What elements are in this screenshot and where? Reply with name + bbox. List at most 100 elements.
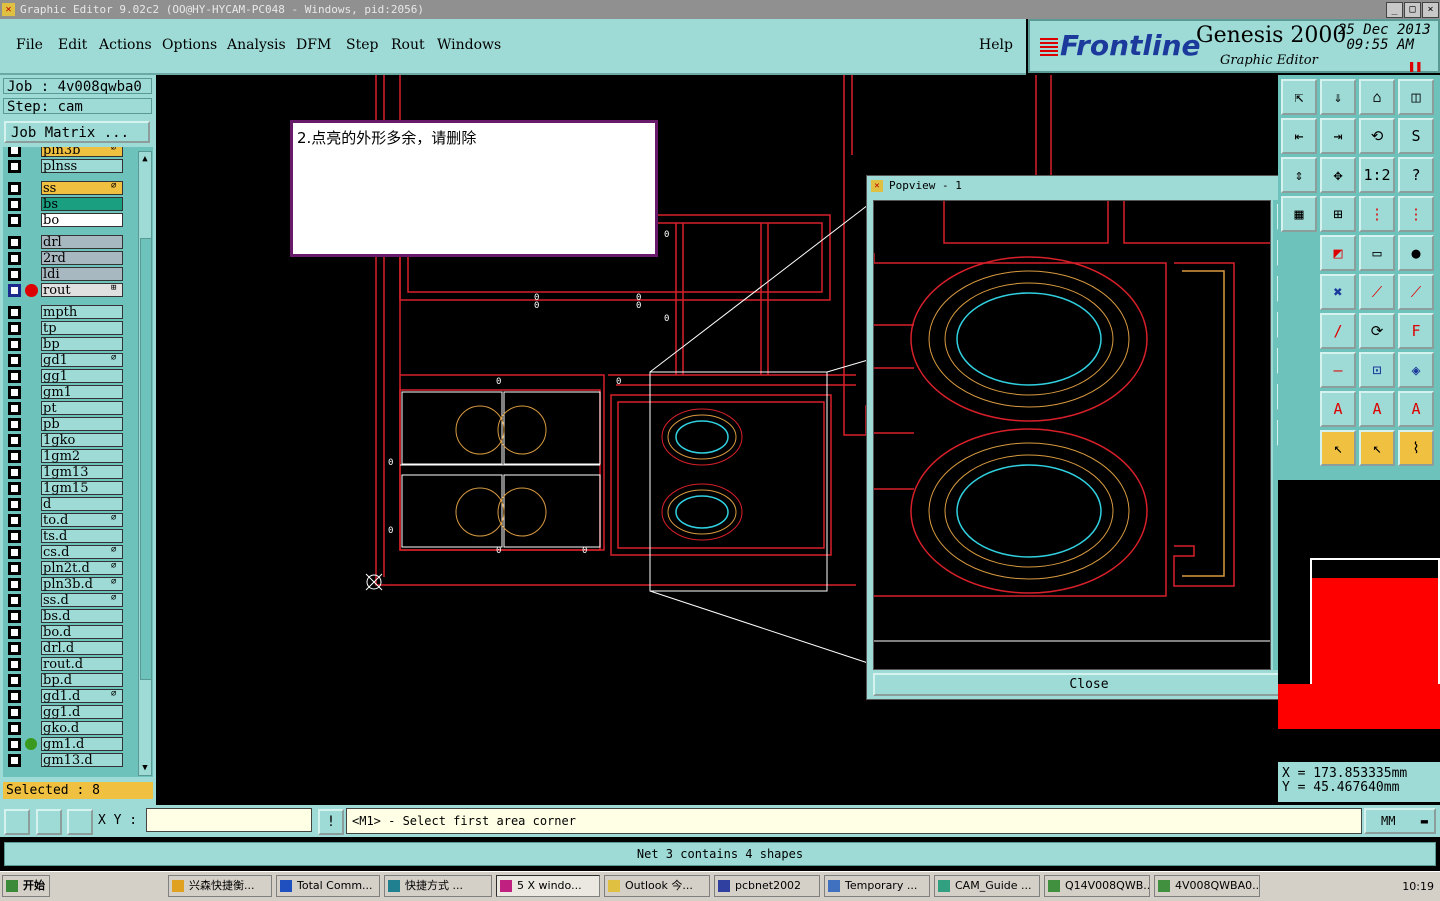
layer-row-gm1-d[interactable]: gm1.d bbox=[3, 737, 128, 752]
layer-name[interactable]: 1gm2 bbox=[41, 449, 123, 464]
taskbar-item-6[interactable]: Temporary ... bbox=[824, 875, 930, 897]
layer-name[interactable]: bo bbox=[41, 213, 123, 228]
layer-checkbox[interactable] bbox=[8, 160, 21, 173]
snap-icon[interactable]: ⋮ bbox=[1359, 196, 1395, 232]
layer-checkbox[interactable] bbox=[8, 268, 21, 281]
menu-options[interactable]: Options bbox=[162, 37, 217, 53]
layer-checkbox[interactable] bbox=[8, 514, 21, 527]
layer-row-rout[interactable]: rout ⊞ bbox=[3, 283, 128, 298]
line-icon[interactable]: / bbox=[1320, 313, 1356, 349]
menu-file[interactable]: File bbox=[16, 37, 43, 53]
layer-row-pb[interactable]: pb bbox=[3, 417, 128, 432]
layer-row-pln3b-d[interactable]: pln3b.d ⌀ bbox=[3, 577, 128, 592]
snap-mode2-icon[interactable] bbox=[36, 809, 62, 835]
job-matrix-button[interactable]: Job Matrix ... bbox=[4, 121, 150, 143]
menu-rout[interactable]: Rout bbox=[391, 37, 425, 53]
taskbar-item-5[interactable]: pcbnet2002 bbox=[714, 875, 820, 897]
layer-checkbox[interactable] bbox=[8, 754, 21, 767]
grid-snap-icon[interactable] bbox=[67, 809, 93, 835]
layer-checkbox[interactable] bbox=[8, 354, 21, 367]
dimension-icon[interactable]: ⊡ bbox=[1359, 352, 1395, 388]
layer-checkbox[interactable] bbox=[8, 434, 21, 447]
scroll-up-icon[interactable]: ▲ bbox=[140, 154, 150, 164]
line-point2-icon[interactable]: ⟋ bbox=[1398, 274, 1434, 310]
layer-row-plnss[interactable]: plnss bbox=[3, 159, 128, 174]
layer-row-drl[interactable]: drl bbox=[3, 235, 128, 250]
menu-analysis[interactable]: Analysis bbox=[227, 37, 286, 53]
layer-row-drl-d[interactable]: drl.d bbox=[3, 641, 128, 656]
layer-checkbox[interactable] bbox=[8, 370, 21, 383]
pause-icon[interactable]: ❚❚ bbox=[1408, 59, 1422, 73]
menu-help[interactable]: Help bbox=[979, 37, 1013, 53]
layer-name[interactable]: plnss bbox=[41, 159, 123, 174]
layer-row-gko-d[interactable]: gko.d bbox=[3, 721, 128, 736]
layer-checkbox[interactable] bbox=[8, 738, 21, 751]
layer-checkbox[interactable] bbox=[8, 706, 21, 719]
ruler-icon[interactable]: ▭ bbox=[1359, 235, 1395, 271]
layer-checkbox[interactable] bbox=[8, 338, 21, 351]
pan-left-icon[interactable]: ⇤ bbox=[1281, 118, 1317, 154]
layer-row-bs-d[interactable]: bs.d bbox=[3, 609, 128, 624]
layer-row-gg1[interactable]: gg1 bbox=[3, 369, 128, 384]
layer-row-1gm2[interactable]: 1gm2 bbox=[3, 449, 128, 464]
layer-list-scrollbar[interactable]: ▲ ▼ bbox=[138, 151, 152, 776]
layer-row-bo-d[interactable]: bo.d bbox=[3, 625, 128, 640]
layer-checkbox[interactable] bbox=[8, 450, 21, 463]
layer-row-2rd[interactable]: 2rd bbox=[3, 251, 128, 266]
redraw-icon[interactable]: S bbox=[1398, 118, 1434, 154]
snap-center-icon[interactable]: ⋮ bbox=[1398, 196, 1434, 232]
layer-row-pln3b[interactable]: pln3b ⌀ bbox=[3, 147, 128, 158]
menu-dfm[interactable]: DFM bbox=[296, 37, 331, 53]
taskbar-item-4[interactable]: Outlook 今... bbox=[604, 875, 710, 897]
layer-checkbox[interactable] bbox=[8, 658, 21, 671]
layer-row-bo[interactable]: bo bbox=[3, 213, 128, 228]
layer-name[interactable]: ts.d bbox=[41, 529, 123, 544]
zoom-center-icon[interactable]: ✥ bbox=[1320, 157, 1356, 193]
xy-input[interactable] bbox=[146, 808, 312, 832]
layer-name[interactable]: gko.d bbox=[41, 721, 123, 736]
scroll-down-icon[interactable]: ▼ bbox=[140, 763, 150, 773]
layer-row-gm1[interactable]: gm1 bbox=[3, 385, 128, 400]
layer-checkbox[interactable] bbox=[8, 610, 21, 623]
pan-right-icon[interactable]: ⇥ bbox=[1320, 118, 1356, 154]
layer-checkbox[interactable] bbox=[8, 626, 21, 639]
select-path-icon[interactable]: ⌇ bbox=[1398, 430, 1434, 466]
arc-icon[interactable]: ⟳ bbox=[1359, 313, 1395, 349]
layer-row-1gm13[interactable]: 1gm13 bbox=[3, 465, 128, 480]
layer-name[interactable]: bp.d bbox=[41, 673, 123, 688]
taskbar-item-2[interactable]: 快捷方式 ... bbox=[384, 875, 492, 897]
layer-checkbox[interactable] bbox=[8, 482, 21, 495]
taskbar-item-3[interactable]: 5 X windo... bbox=[496, 875, 600, 897]
layer-checkbox[interactable] bbox=[8, 722, 21, 735]
layer-checkbox[interactable] bbox=[8, 546, 21, 559]
cross-icon[interactable]: ✖ bbox=[1320, 274, 1356, 310]
layer-row-d[interactable]: d bbox=[3, 497, 128, 512]
layer-name[interactable]: 2rd bbox=[41, 251, 123, 266]
layer-row-bp-d[interactable]: bp.d bbox=[3, 673, 128, 688]
layer-checkbox[interactable] bbox=[8, 252, 21, 265]
layer-name[interactable]: 1gm15 bbox=[41, 481, 123, 496]
layer-checkbox[interactable] bbox=[8, 498, 21, 511]
layer-checkbox[interactable] bbox=[8, 674, 21, 687]
layer-row-to-d[interactable]: to.d ⌀ bbox=[3, 513, 128, 528]
alert-icon[interactable]: ! bbox=[318, 809, 344, 835]
layer-checkbox[interactable] bbox=[8, 690, 21, 703]
layer-checkbox[interactable] bbox=[8, 322, 21, 335]
layer-name[interactable]: mpth bbox=[41, 305, 123, 320]
layer-name[interactable]: bs.d bbox=[41, 609, 123, 624]
layer-row-rout-d[interactable]: rout.d bbox=[3, 657, 128, 672]
pad-icon[interactable]: ● bbox=[1398, 235, 1434, 271]
layer-checkbox[interactable] bbox=[8, 594, 21, 607]
layer-row-1gko[interactable]: 1gko bbox=[3, 433, 128, 448]
layer-checkbox[interactable] bbox=[8, 418, 21, 431]
snap-mode-icon[interactable] bbox=[4, 809, 30, 835]
layer-row-1gm15[interactable]: 1gm15 bbox=[3, 481, 128, 496]
home-icon[interactable]: ⌂ bbox=[1359, 79, 1395, 115]
layer-name[interactable]: pb bbox=[41, 417, 123, 432]
overview-map[interactable] bbox=[1278, 480, 1440, 760]
layer-row-mpth[interactable]: mpth bbox=[3, 305, 128, 320]
taskbar-item-1[interactable]: Total Comm... bbox=[276, 875, 380, 897]
layer-name[interactable]: bs bbox=[41, 197, 123, 212]
layer-checkbox[interactable] bbox=[8, 466, 21, 479]
font-a3-icon[interactable]: A bbox=[1398, 391, 1434, 427]
